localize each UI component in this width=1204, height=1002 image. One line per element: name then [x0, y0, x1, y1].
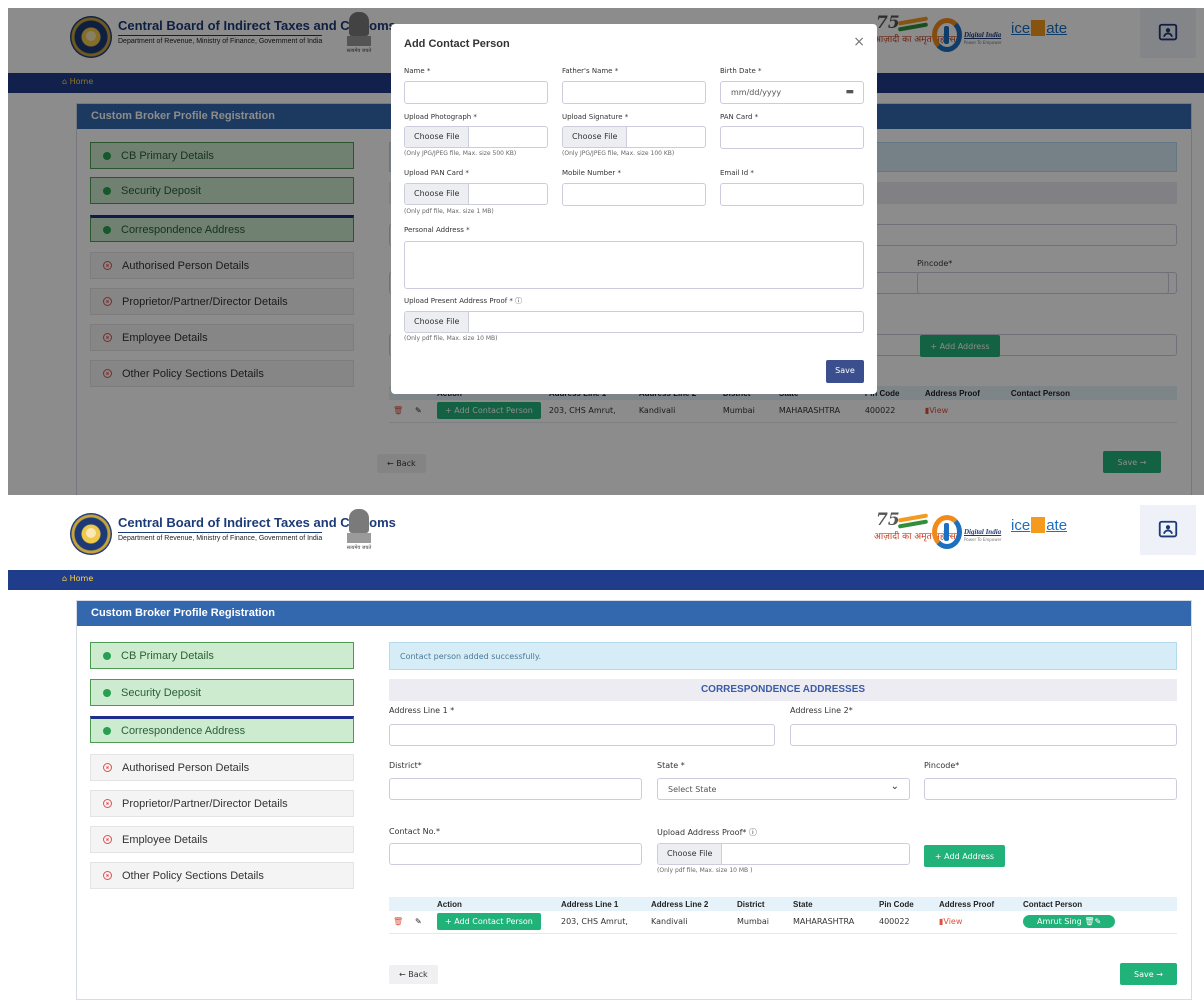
pan-label: PAN Card * — [720, 113, 759, 121]
navbar: ⌂ Home — [8, 570, 1204, 590]
cell-state: MAHARASHTRA — [789, 911, 875, 934]
icegate-logo: ice ate — [1011, 517, 1068, 534]
sidebar-item-security-deposit[interactable]: Security Deposit — [90, 679, 354, 706]
district-label: District* — [389, 761, 422, 770]
upload-proof-label: Upload Address Proof* ⓘ — [657, 828, 757, 837]
upload-pan-label: Upload PAN Card * — [404, 169, 469, 177]
success-alert: Contact person added successfully. — [389, 642, 1177, 670]
incomplete-icon — [103, 799, 112, 808]
contact-input[interactable] — [389, 843, 642, 865]
personal-address-label: Personal Address * — [404, 226, 470, 234]
email-input[interactable] — [720, 183, 864, 206]
email-label: Email Id * — [720, 169, 754, 177]
sidebar-item-correspondence[interactable]: Correspondence Address — [90, 716, 354, 743]
sidebar-item-cb-primary[interactable]: CB Primary Details — [90, 642, 354, 669]
contact-person-badge[interactable]: Amrut Sing 🗑✎ — [1023, 915, 1116, 929]
pan-input[interactable] — [720, 126, 864, 149]
address-table: Action Address Line 1 Address Line 2 Dis… — [389, 897, 1177, 934]
registration-card: Custom Broker Profile Registration CB Pr… — [76, 600, 1192, 1000]
edit-icon[interactable]: ✎ — [415, 917, 422, 926]
sidebar-item-proprietor[interactable]: Proprietor/Partner/Director Details — [90, 790, 354, 817]
section-header: CORRESPONDENCE ADDRESSES — [389, 679, 1177, 701]
pincode-label: Pincode* — [924, 761, 960, 770]
address-proof-file-input[interactable]: Choose File — [657, 843, 910, 865]
address-line2-input[interactable] — [790, 724, 1177, 746]
signature-file-input[interactable]: Choose File — [562, 126, 706, 148]
close-icon[interactable]: × — [853, 34, 865, 50]
address-line1-label: Address Line 1 * — [389, 706, 455, 715]
table-row: 🗑 ✎ + Add Contact Person 203, CHS Amrut,… — [389, 911, 1177, 934]
site-subtitle: Department of Revenue, Ministry of Finan… — [118, 532, 323, 542]
delete-icon[interactable]: 🗑 — [393, 917, 403, 926]
modal-title: Add Contact Person — [404, 38, 510, 50]
photo-file-input[interactable]: Choose File — [404, 126, 548, 148]
save-button[interactable]: Save → — [1120, 963, 1177, 985]
azadi-logo: 75 आज़ादी का अमृत महोत्सव — [874, 510, 961, 542]
incomplete-icon — [103, 763, 112, 772]
name-label: Name * — [404, 67, 431, 75]
sidebar-item-employee[interactable]: Employee Details — [90, 826, 354, 853]
back-button[interactable]: ← Back — [389, 965, 438, 984]
edit-contact-icon[interactable]: ✎ — [1094, 917, 1101, 926]
signature-hint: (Only JPG/JPEG file, Max. size 100 KB) — [562, 150, 675, 157]
national-emblem: सत्यमेव जयते — [345, 509, 373, 555]
pan-hint: (Only pdf file, Max. size 1 MB) — [404, 208, 494, 215]
state-label: State * — [657, 761, 685, 770]
sidebar-item-authorised[interactable]: Authorised Person Details — [90, 754, 354, 781]
district-input[interactable] — [389, 778, 642, 800]
present-proof-file-input[interactable]: Choose File — [404, 311, 864, 333]
site-header: Central Board of Indirect Taxes and Cust… — [8, 505, 1204, 568]
state-select[interactable]: Select State — [657, 778, 910, 800]
view-proof-link[interactable]: ▮View — [939, 917, 962, 926]
personal-address-textarea[interactable] — [404, 241, 864, 289]
cell-address1: 203, CHS Amrut, — [557, 911, 647, 934]
screen-after-save: Central Board of Indirect Taxes and Cust… — [8, 505, 1204, 1002]
calendar-icon[interactable]: ▬ — [845, 87, 854, 97]
feedback-button[interactable] — [1140, 505, 1196, 555]
photo-label: Upload Photograph * — [404, 113, 477, 121]
card-title: Custom Broker Profile Registration — [77, 601, 1191, 626]
modal-save-button[interactable]: Save — [826, 360, 864, 383]
birth-date-label: Birth Date * — [720, 67, 762, 75]
screen-with-modal: Central Board of Indirect Taxes and Cust… — [8, 8, 1204, 495]
feedback-icon — [1158, 520, 1178, 538]
check-dot-icon — [103, 726, 111, 735]
birth-date-input[interactable]: mm/dd/yyyy ▬ — [720, 81, 864, 104]
address-line2-label: Address Line 2* — [790, 706, 853, 715]
contact-label: Contact No.* — [389, 827, 440, 836]
cbic-logo — [70, 513, 112, 555]
add-contact-person-button[interactable]: + Add Contact Person — [437, 913, 541, 931]
pan-file-input[interactable]: Choose File — [404, 183, 548, 205]
incomplete-icon — [103, 871, 112, 880]
cell-address2: Kandivali — [647, 911, 733, 934]
add-contact-person-modal: Add Contact Person × Name * Father's Nam… — [391, 24, 877, 394]
father-name-input[interactable] — [562, 81, 706, 104]
name-input[interactable] — [404, 81, 548, 104]
cell-pincode: 400022 — [875, 911, 935, 934]
delete-contact-icon[interactable]: 🗑 — [1084, 917, 1094, 926]
signature-label: Upload Signature * — [562, 113, 629, 121]
address-line1-input[interactable] — [389, 724, 775, 746]
add-address-button[interactable]: + Add Address — [924, 845, 1005, 867]
photo-hint: (Only JPG/JPEG file, Max. size 500 KB) — [404, 150, 517, 157]
table-header-row: Action Address Line 1 Address Line 2 Dis… — [389, 897, 1177, 911]
mobile-label: Mobile Number * — [562, 169, 622, 177]
incomplete-icon — [103, 835, 112, 844]
proof-hint: (Only pdf file, Max. size 10 MB ) — [657, 867, 753, 874]
check-dot-icon — [103, 651, 111, 660]
pincode-input[interactable] — [924, 778, 1177, 800]
father-name-label: Father's Name * — [562, 67, 619, 75]
home-link[interactable]: ⌂ Home — [62, 574, 93, 583]
check-dot-icon — [103, 688, 111, 697]
cell-district: Mumbai — [733, 911, 789, 934]
mobile-input[interactable] — [562, 183, 706, 206]
present-proof-hint: (Only pdf file, Max. size 10 MB) — [404, 335, 498, 342]
sidebar-item-other-policy[interactable]: Other Policy Sections Details — [90, 862, 354, 889]
present-proof-label: Upload Present Address Proof * ⓘ — [404, 297, 523, 305]
digital-india-logo: Digital India Power To Empower — [932, 515, 1002, 555]
